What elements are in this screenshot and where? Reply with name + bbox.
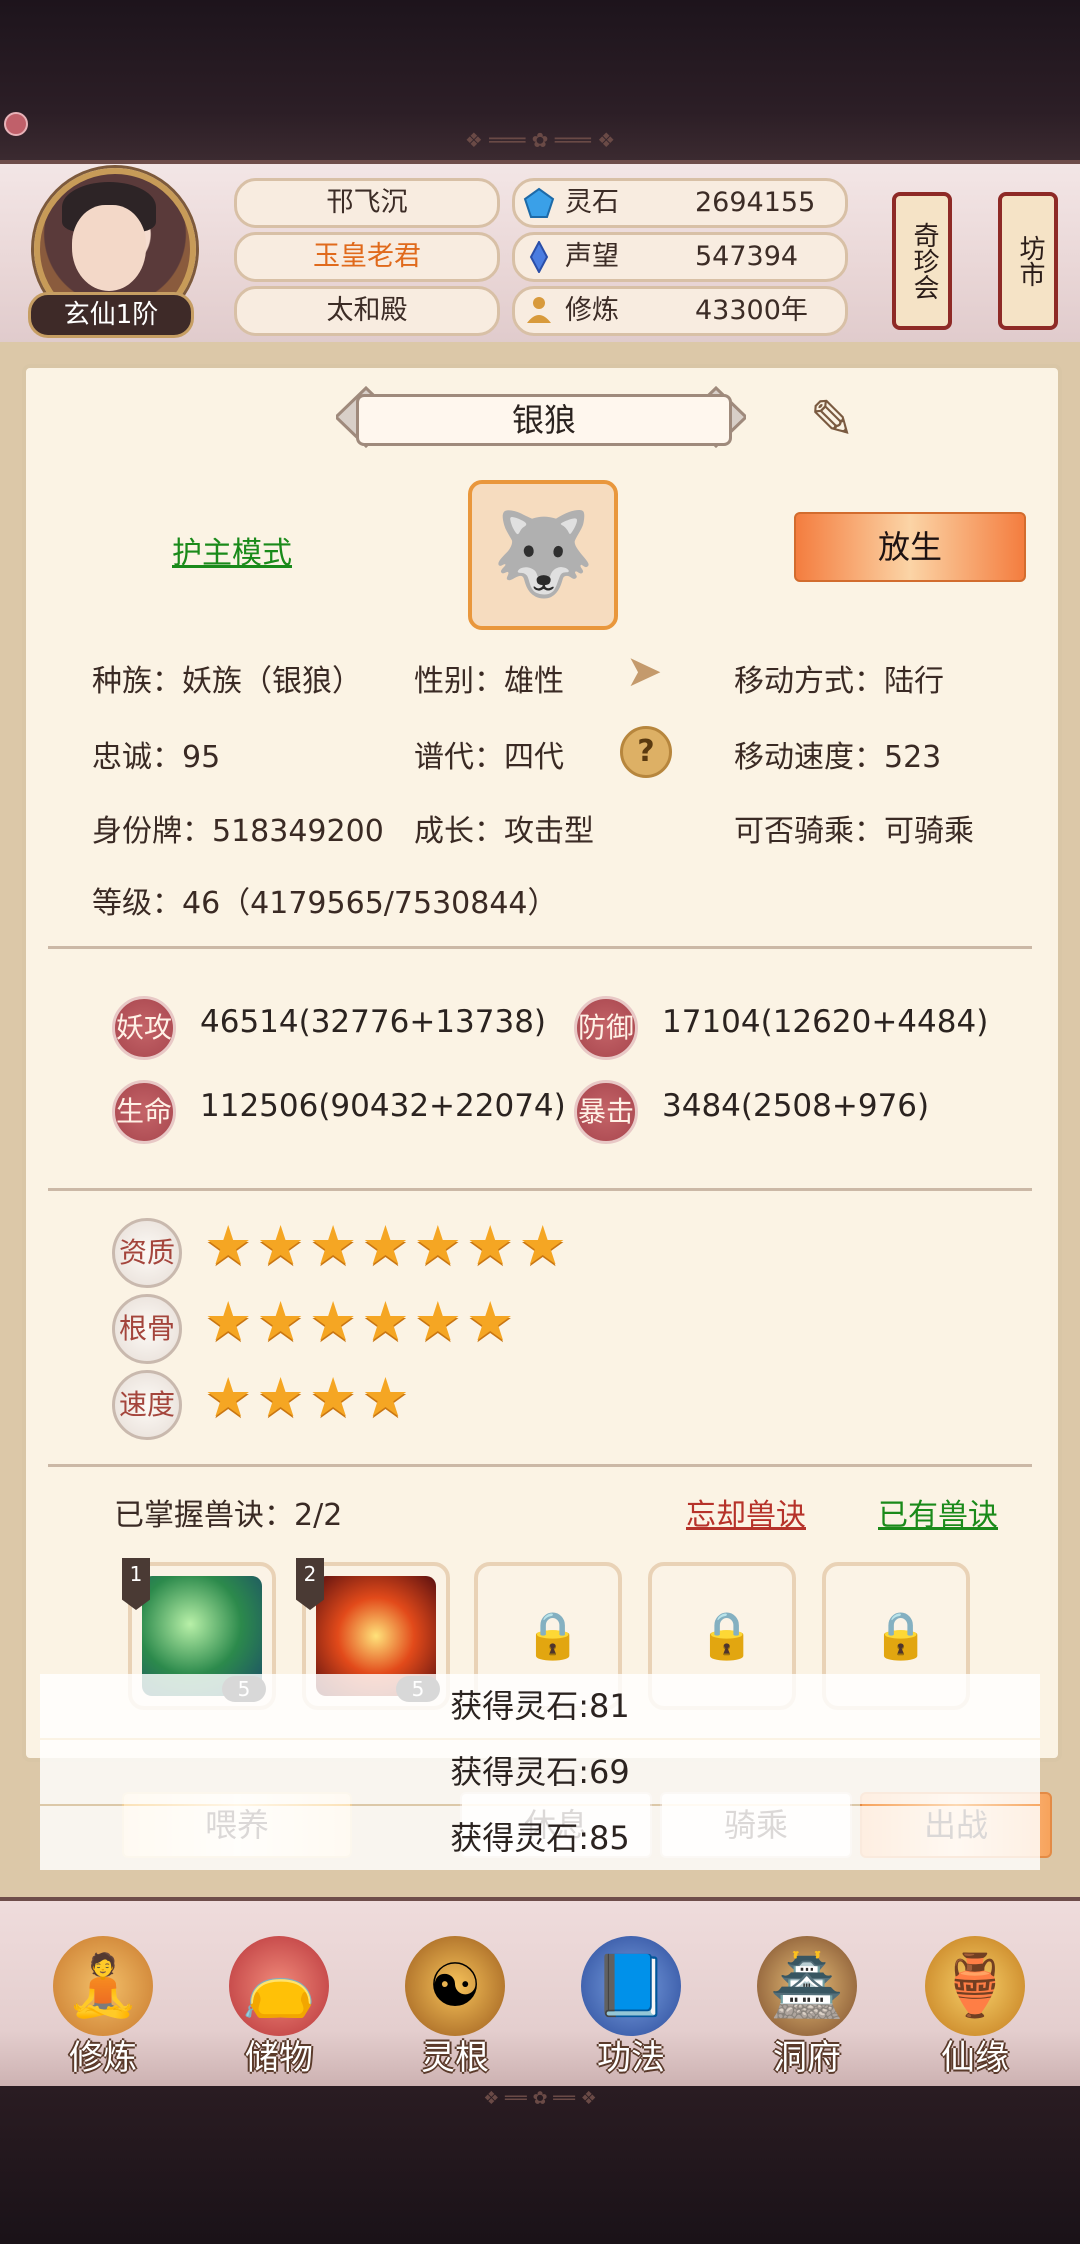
resource-reputation: 声望 547394 [512,232,848,282]
stat-value-hp: 112506(90432+22074) [200,1088,566,1124]
gender-arrow-icon: ➤ [625,646,663,697]
lock-icon: 🔒 [872,1608,930,1662]
avatar-face [72,205,146,291]
nav-cultivation[interactable]: 🧘 修炼 [28,1910,178,2080]
pet-move-type: 移动方式：陆行 [734,664,944,699]
lantern-treasure-fair[interactable]: 奇珍会 [892,192,952,330]
pet-race: 种族：妖族（银狼） [92,664,362,699]
nav-label: 灵根 [421,2038,489,2078]
divider [48,946,1032,949]
pet-growth: 成长：攻击型 [414,814,594,849]
master-name: 玉皇老君 [234,232,500,282]
resource-label: 灵石 [565,187,619,218]
resource-label: 声望 [565,241,619,272]
pet-rideable: 可否骑乘：可骑乘 [734,814,974,849]
meditation-icon [527,297,551,323]
pet-generation: 谱代：四代 [414,740,564,775]
nav-immortal-fate[interactable]: 🏺 仙缘 [900,1910,1050,2080]
stat-badge-hp: 生命 [112,1080,176,1144]
bottom-ornament: ❖ ══ ✿ ══ ❖ [483,2088,597,2109]
pet-gender: 性别：雄性 [414,664,564,699]
nav-label: 功法 [597,2038,665,2078]
mastered-skills-count: 已掌握兽诀：2/2 [114,1498,343,1533]
nav-label: 修炼 [69,2038,137,2078]
bottom-background [0,2086,1080,2244]
nav-label: 仙缘 [941,2038,1009,2078]
resource-cultivation: 修炼 43300年 [512,286,848,336]
toast-message: 获得灵石:85 [40,1806,1040,1870]
nav-technique[interactable]: 📘 功法 [556,1910,706,2080]
resource-label: 修炼 [565,295,619,326]
stat-badge-attack: 妖攻 [112,996,176,1060]
nav-storage[interactable]: 👝 储物 [204,1910,354,2080]
protect-mode-link[interactable]: 护主模式 [172,528,292,572]
cultivation-monk-icon: 🧘 [53,1936,153,2036]
stat-value-crit: 3484(2508+976) [662,1088,930,1124]
resource-value: 2694155 [695,187,816,218]
nav-label: 洞府 [773,2038,841,2078]
top-ornament: ❖ ═══ ✿ ═══ ❖ [464,128,616,152]
forget-skill-link[interactable]: 忘却兽诀 [686,1490,806,1534]
nav-cave-mansion[interactable]: 🏯 洞府 [732,1910,882,2080]
rename-book-icon[interactable]: ✎ [792,388,872,458]
toast-message: 获得灵石:69 [40,1740,1040,1804]
star-rating-bone: ★★★★★★ [204,1290,519,1353]
pet-level: 等级：46（4179565/7530844） [92,886,558,921]
spirit-root-icon: ☯ [405,1936,505,2036]
star-rating-speed: ★★★★ [204,1366,414,1429]
release-button[interactable]: 放生 [794,512,1026,582]
cave-mansion-icon: 🏯 [757,1936,857,2036]
stat-badge-defense: 防御 [574,996,638,1060]
lantern-market[interactable]: 坊市 [998,192,1058,330]
divider [48,1464,1032,1467]
divider [48,1188,1032,1191]
aptitude-badge-bone: 根骨 [112,1294,182,1364]
owned-skills-link[interactable]: 已有兽诀 [878,1490,998,1534]
technique-book-icon: 📘 [581,1936,681,2036]
aptitude-badge-speed: 速度 [112,1370,182,1440]
reputation-crystal-icon [529,241,549,273]
stat-badge-crit: 暴击 [574,1080,638,1144]
wolf-icon: 🐺 [491,507,595,602]
storage-bag-icon: 👝 [229,1936,329,2036]
help-icon[interactable]: ? [620,726,672,778]
resource-value: 547394 [695,241,799,272]
realm-badge: 玄仙1阶 [28,292,194,338]
lock-icon: 🔒 [698,1608,756,1662]
star-rating-quality: ★★★★★★★ [204,1214,571,1277]
pet-move-speed: 移动速度：523 [734,740,942,775]
skill-slot-number: 2 [296,1558,324,1610]
resource-value: 43300年 [695,295,808,326]
stat-value-defense: 17104(12620+4484) [662,1004,989,1040]
sect-name: 太和殿 [234,286,500,336]
toast-message: 获得灵石:81 [40,1674,1040,1738]
player-name: 邗飞沉 [234,178,500,228]
immortal-fate-icon: 🏺 [925,1936,1025,2036]
pet-name: 银狼 [356,394,732,446]
skill-slot-number: 1 [122,1558,150,1610]
resource-spirit-stone: 灵石 2694155 [512,178,848,228]
nav-spirit-root[interactable]: ☯ 灵根 [380,1910,530,2080]
stat-value-attack: 46514(32776+13738) [200,1004,547,1040]
pet-id: 身份牌：518349200 [92,814,384,849]
aptitude-badge-quality: 资质 [112,1218,182,1288]
record-indicator-icon [4,112,28,136]
pet-loyalty: 忠诚：95 [92,740,221,775]
nav-label: 储物 [245,2038,313,2078]
spirit-stone-icon [523,187,555,218]
pet-portrait: 🐺 [468,480,618,630]
lock-icon: 🔒 [524,1608,582,1662]
